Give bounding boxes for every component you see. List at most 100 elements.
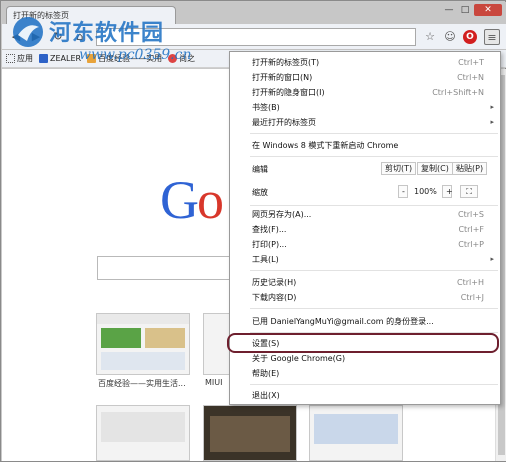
cut-button[interactable]: 剪切(T) [381,162,417,175]
extension-icon[interactable]: ☺ [442,29,458,45]
menu-item-label: 打印(P)... [252,240,287,249]
menu-item-label: 缩放 [252,188,268,197]
thumbnail-baidu-jingyan[interactable] [96,313,190,375]
thumbnail-site[interactable] [96,405,190,461]
menu-item-label: 工具(L) [252,255,279,264]
close-icon[interactable]: ✕ [474,4,502,16]
menu-item-label: 历史记录(H) [252,278,297,287]
bookmark-label: 尚之 [179,54,196,63]
home-icon[interactable]: ⌂ [72,29,88,45]
browser-window: 打开新的标签页 — □ ✕ ◀ ▶ ↻ ⌂ ☆ ☺ O ≡ 应用 ZEALER … [0,0,506,462]
menu-separator [250,308,498,309]
menu-item-label: 打开新的隐身窗口(I) [252,88,325,97]
menu-separator [250,332,498,333]
window-controls: — □ ✕ [442,4,502,16]
menu-shortcut: Ctrl+J [460,293,484,302]
weibo-icon [168,54,178,63]
bookmark-star-icon[interactable]: ☆ [422,29,438,45]
forward-icon[interactable]: ▶ [28,29,44,45]
menu-item-label: 打开新的标签页(T) [252,58,320,67]
menu-item-label: 网页另存为(A)... [252,210,312,219]
baidu-icon [87,54,97,63]
menu-item-help[interactable]: 帮助(E) [230,366,500,381]
bookmark-label: 应用 [17,54,33,63]
google-logo: Go [160,170,224,230]
submenu-arrow-icon: ▸ [490,255,494,263]
menu-shortcut: Ctrl+S [457,210,484,219]
zoom-out-button[interactable]: - [398,185,408,198]
menu-item-label: 书签(B) [252,103,280,112]
opera-extension-icon[interactable]: O [463,30,477,44]
thumbnail-site[interactable] [309,405,403,461]
menu-item-new-tab[interactable]: 打开新的标签页(T) Ctrl+T [230,55,500,70]
menu-shortcut: Ctrl+N [457,73,484,82]
menu-item-print[interactable]: 打印(P)... Ctrl+P [230,237,500,252]
menu-item-settings[interactable]: 设置(S) [230,336,500,351]
menu-item-recent-tabs[interactable]: 最近打开的标签页 ▸ [230,115,500,130]
zealer-icon [39,54,48,63]
thumbnail-caption: 百度经验——实用生活... [98,379,186,388]
reload-icon[interactable]: ↻ [50,29,66,45]
menu-item-label: 下载内容(D) [252,293,297,302]
maximize-icon[interactable]: □ [458,4,472,16]
menu-shortcut: Ctrl+H [457,278,484,287]
menu-item-history[interactable]: 历史记录(H) Ctrl+H [230,275,500,290]
menu-item-label: 打开新的窗口(N) [252,73,313,82]
menu-item-label: 已用 DanielYangMuYi@gmail.com 的身份登录... [252,317,434,326]
thumbnail-site[interactable] [203,405,297,461]
bookmark-label: 百度经验——实用 [98,54,163,63]
menu-separator [250,205,498,206]
menu-item-about-chrome[interactable]: 关于 Google Chrome(G) [230,351,500,366]
menu-separator [250,133,498,134]
menu-item-signed-in[interactable]: 已用 DanielYangMuYi@gmail.com 的身份登录... [230,314,500,329]
fullscreen-icon[interactable]: ⛶ [460,185,478,198]
apps-icon [6,54,15,63]
menu-item-relaunch-win8[interactable]: 在 Windows 8 模式下重新启动 Chrome [230,138,500,153]
chrome-menu-button[interactable]: ≡ [484,29,500,45]
menu-item-label: 最近打开的标签页 [252,118,316,127]
menu-item-label: 在 Windows 8 模式下重新启动 Chrome [252,141,399,150]
menu-item-exit[interactable]: 退出(X) [230,388,500,403]
menu-item-downloads[interactable]: 下载内容(D) Ctrl+J [230,290,500,305]
menu-shortcut: Ctrl+Shift+N [432,88,484,97]
menu-item-label: 帮助(E) [252,369,280,378]
menu-item-label: 设置(S) [252,339,280,348]
tab-new-tab[interactable]: 打开新的标签页 [6,6,176,24]
menu-separator [250,384,498,385]
menu-separator [250,270,498,271]
zoom-in-button[interactable]: + [442,185,453,198]
menu-shortcut: Ctrl+P [458,240,484,249]
menu-item-label: 查找(F)... [252,225,287,234]
bookmark-apps[interactable]: 应用 [6,53,33,64]
menu-item-bookmarks[interactable]: 书签(B) ▸ [230,100,500,115]
menu-shortcut: Ctrl+T [458,58,484,67]
menu-item-new-window[interactable]: 打开新的窗口(N) Ctrl+N [230,70,500,85]
menu-separator [250,156,498,157]
toolbar: ◀ ▶ ↻ ⌂ ☆ ☺ O ≡ [2,24,506,50]
chrome-main-menu: 打开新的标签页(T) Ctrl+T 打开新的窗口(N) Ctrl+N 打开新的隐身窗… [229,51,501,405]
menu-shortcut: Ctrl+F [458,225,484,234]
menu-item-find[interactable]: 查找(F)... Ctrl+F [230,222,500,237]
menu-item-label: 退出(X) [252,391,280,400]
submenu-arrow-icon: ▸ [490,118,494,126]
tab-strip: 打开新的标签页 — □ ✕ [2,2,506,24]
menu-item-tools[interactable]: 工具(L) ▸ [230,252,500,267]
menu-item-incognito[interactable]: 打开新的隐身窗口(I) Ctrl+Shift+N [230,85,500,100]
paste-button[interactable]: 粘贴(P) [452,162,488,175]
zoom-level: 100% [414,187,437,196]
thumbnail-caption: MIUI [205,378,223,387]
minimize-icon[interactable]: — [442,4,456,16]
bookmark-label: ZEALER [50,54,82,63]
back-icon[interactable]: ◀ [8,29,24,45]
copy-button[interactable]: 复制(C) [417,162,453,175]
thumbnail-miui[interactable] [203,313,231,375]
tab-title: 打开新的标签页 [13,11,69,20]
bookmark-zealer[interactable]: ZEALER [39,54,81,63]
menu-item-save-page[interactable]: 网页另存为(A)... Ctrl+S [230,207,500,222]
submenu-arrow-icon: ▸ [490,103,494,111]
address-bar[interactable] [96,28,416,46]
menu-item-label: 关于 Google Chrome(G) [252,354,346,363]
bookmark-baidu[interactable]: 百度经验——实用 [87,53,162,64]
bookmark-weibo[interactable]: 尚之 [168,53,195,64]
menu-item-label: 编辑 [252,165,268,174]
